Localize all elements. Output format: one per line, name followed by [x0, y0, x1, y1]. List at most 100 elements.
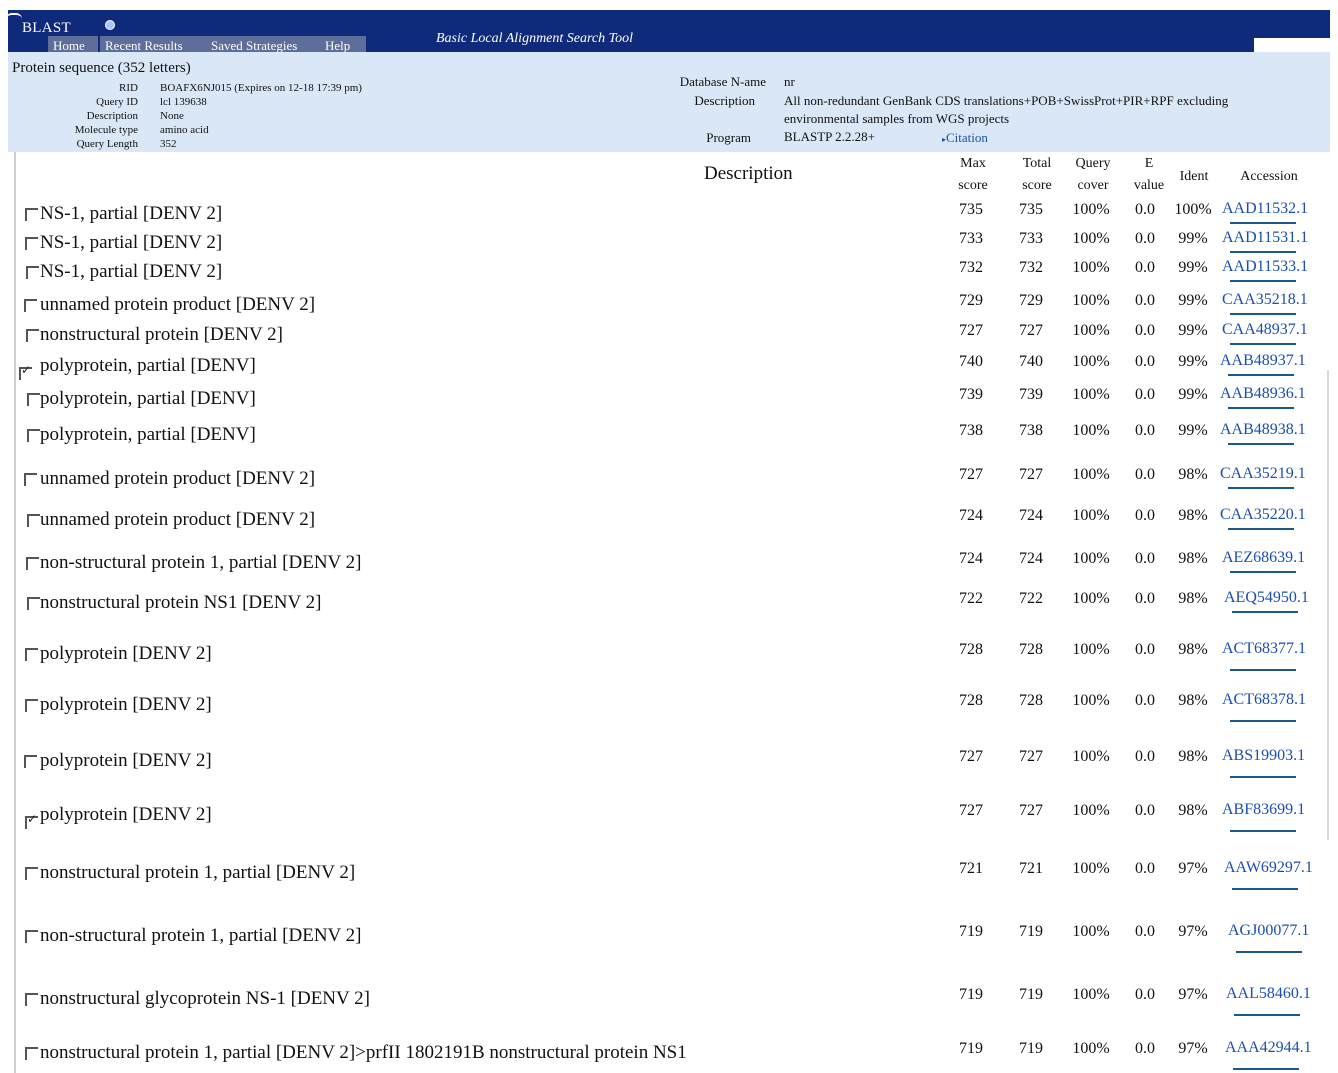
row-select-checkbox[interactable]	[26, 266, 39, 279]
program-label: Program	[706, 130, 751, 145]
table-row: polyprotein, partial [DENV] 739 739 100% 0.0…	[0, 385, 1338, 418]
row-description[interactable]: polyprotein, partial [DENV]	[40, 355, 256, 377]
row-accession-link[interactable]: AGJ00077.1	[1228, 922, 1309, 940]
column-ident[interactable]: Ident	[1174, 166, 1214, 188]
row-cover: 100%	[1072, 1040, 1110, 1057]
row-accession-link[interactable]: CAA48937.1	[1222, 321, 1308, 339]
row-select-checkbox[interactable]	[27, 514, 40, 527]
row-accession-link[interactable]: AAD11532.1	[1222, 200, 1308, 218]
row-description[interactable]: polyprotein, partial [DENV]	[40, 424, 256, 446]
row-description[interactable]: polyprotein [DENV 2]	[40, 643, 212, 665]
row-description[interactable]: non-structural protein 1, partial [DENV …	[40, 925, 362, 947]
row-description[interactable]: NS-1, partial [DENV 2]	[40, 261, 222, 283]
row-accession-link[interactable]: AAL58460.1	[1226, 985, 1311, 1003]
column-total-score[interactable]: Total score	[1010, 153, 1064, 197]
row-select-checkbox[interactable]	[27, 393, 40, 406]
row-cover: 100%	[1072, 986, 1110, 1003]
row-total: 728	[1019, 641, 1043, 658]
table-row: polyprotein [DENV 2] 727 727 100% 0.0 98% ABS1…	[0, 747, 1338, 780]
row-select-checkbox[interactable]	[24, 473, 37, 486]
nav-recent-results[interactable]: Recent Results	[100, 36, 208, 52]
row-description[interactable]: nonstructural protein 1, partial [DENV 2…	[40, 1042, 687, 1064]
row-description[interactable]: polyprotein [DENV 2]	[40, 804, 212, 826]
row-e: 0.0	[1135, 860, 1155, 877]
column-e-value[interactable]: E value	[1124, 153, 1174, 197]
row-cover: 100%	[1072, 748, 1110, 765]
row-description[interactable]: NS-1, partial [DENV 2]	[40, 203, 222, 225]
row-description[interactable]: polyprotein [DENV 2]	[40, 694, 212, 716]
row-accession-link[interactable]: AAD11531.1	[1222, 229, 1308, 247]
row-accession-link[interactable]: AAW69297.1	[1224, 859, 1313, 877]
column-description[interactable]: Description	[704, 163, 793, 185]
row-accession-link[interactable]: CAA35219.1	[1220, 465, 1306, 483]
row-select-checkbox[interactable]	[25, 993, 38, 1006]
row-select-checkbox[interactable]	[27, 429, 40, 442]
header-search-box[interactable]	[1254, 38, 1338, 52]
row-accession-link[interactable]: AEZ68639.1	[1222, 549, 1305, 567]
column-max-score-line2: score	[958, 178, 988, 193]
nav-saved-strategies[interactable]: Saved Strategies	[206, 36, 326, 52]
column-max-score[interactable]: Max score	[946, 153, 1000, 197]
row-description[interactable]: polyprotein [DENV 2]	[40, 750, 212, 772]
row-total: 740	[1019, 353, 1043, 370]
row-accession-link[interactable]: AAD11533.1	[1222, 258, 1308, 276]
row-description[interactable]: NS-1, partial [DENV 2]	[40, 232, 222, 254]
row-accession-link[interactable]: AAB48937.1	[1220, 352, 1306, 370]
row-select-checkbox[interactable]	[25, 812, 38, 829]
row-description[interactable]: nonstructural glycoprotein NS-1 [DENV 2]	[40, 988, 370, 1010]
row-accession-link[interactable]: ACT68378.1	[1222, 691, 1306, 709]
nav-home[interactable]: Home	[48, 36, 100, 52]
row-total: 728	[1019, 692, 1043, 709]
row-select-checkbox[interactable]	[25, 699, 38, 712]
row-description[interactable]: non-structural protein 1, partial [DENV …	[40, 552, 362, 574]
column-accession[interactable]: Accession	[1220, 166, 1318, 188]
row-select-checkbox[interactable]	[24, 299, 37, 312]
row-ident: 99%	[1178, 386, 1208, 403]
row-accession-link[interactable]: AAB48938.1	[1220, 421, 1306, 439]
row-accession-link[interactable]: ACT68377.1	[1222, 640, 1306, 658]
row-select-checkbox[interactable]	[26, 557, 39, 570]
column-query-cover[interactable]: Query cover	[1066, 153, 1120, 197]
accession-underline	[1228, 528, 1294, 530]
row-select-checkbox[interactable]	[25, 208, 38, 221]
row-cover: 100%	[1072, 466, 1110, 483]
row-accession-link[interactable]: AAB48936.1	[1220, 385, 1306, 403]
nav-help[interactable]: Help	[320, 36, 368, 52]
citation-link[interactable]: ▸Citation	[942, 130, 988, 146]
row-accession-link[interactable]: CAA35218.1	[1222, 291, 1308, 309]
row-accession-link[interactable]: ABF83699.1	[1222, 801, 1305, 819]
program-value: BLASTP 2.2.28+	[784, 129, 875, 144]
app-logo[interactable]: BLAST	[22, 20, 71, 37]
row-accession-link[interactable]: CAA35220.1	[1220, 506, 1306, 524]
row-description[interactable]: polyprotein, partial [DENV]	[40, 388, 256, 410]
database-name-value: nr	[784, 74, 795, 89]
accession-underline	[1228, 443, 1294, 445]
row-description[interactable]: nonstructural protein [DENV 2]	[40, 324, 283, 346]
row-select-checkbox[interactable]	[25, 1047, 38, 1060]
row-max: 724	[959, 550, 983, 567]
row-max: 724	[959, 507, 983, 524]
row-select-checkbox[interactable]	[27, 597, 40, 610]
row-select-checkbox[interactable]	[25, 930, 38, 943]
row-accession-link[interactable]: AEQ54950.1	[1224, 589, 1309, 607]
row-accession-link[interactable]: AAA42944.1	[1225, 1039, 1312, 1057]
row-select-checkbox[interactable]	[25, 867, 38, 880]
row-select-checkbox[interactable]	[26, 329, 39, 342]
row-accession-link[interactable]: ABS19903.1	[1222, 747, 1305, 765]
row-select-checkbox[interactable]	[25, 648, 38, 661]
row-cover: 100%	[1072, 923, 1110, 940]
row-description[interactable]: nonstructural protein 1, partial [DENV 2…	[40, 862, 355, 884]
row-description[interactable]: unnamed protein product [DENV 2]	[40, 468, 315, 490]
row-description[interactable]: unnamed protein product [DENV 2]	[40, 294, 315, 316]
column-total-score-line2: score	[1022, 178, 1052, 193]
rid-value[interactable]: BOAFX6NJ015 (Expires on 12-18 17:39 pm)	[160, 83, 362, 94]
row-select-checkbox[interactable]	[25, 237, 38, 250]
row-description[interactable]: nonstructural protein NS1 [DENV 2]	[40, 592, 321, 614]
row-description[interactable]: unnamed protein product [DENV 2]	[40, 509, 315, 531]
row-cover: 100%	[1072, 422, 1110, 439]
row-select-checkbox[interactable]	[24, 755, 37, 768]
row-max: 740	[959, 353, 983, 370]
row-select-checkbox[interactable]	[19, 363, 32, 380]
row-cover: 100%	[1072, 322, 1110, 339]
column-e-value-line2: value	[1133, 178, 1165, 193]
